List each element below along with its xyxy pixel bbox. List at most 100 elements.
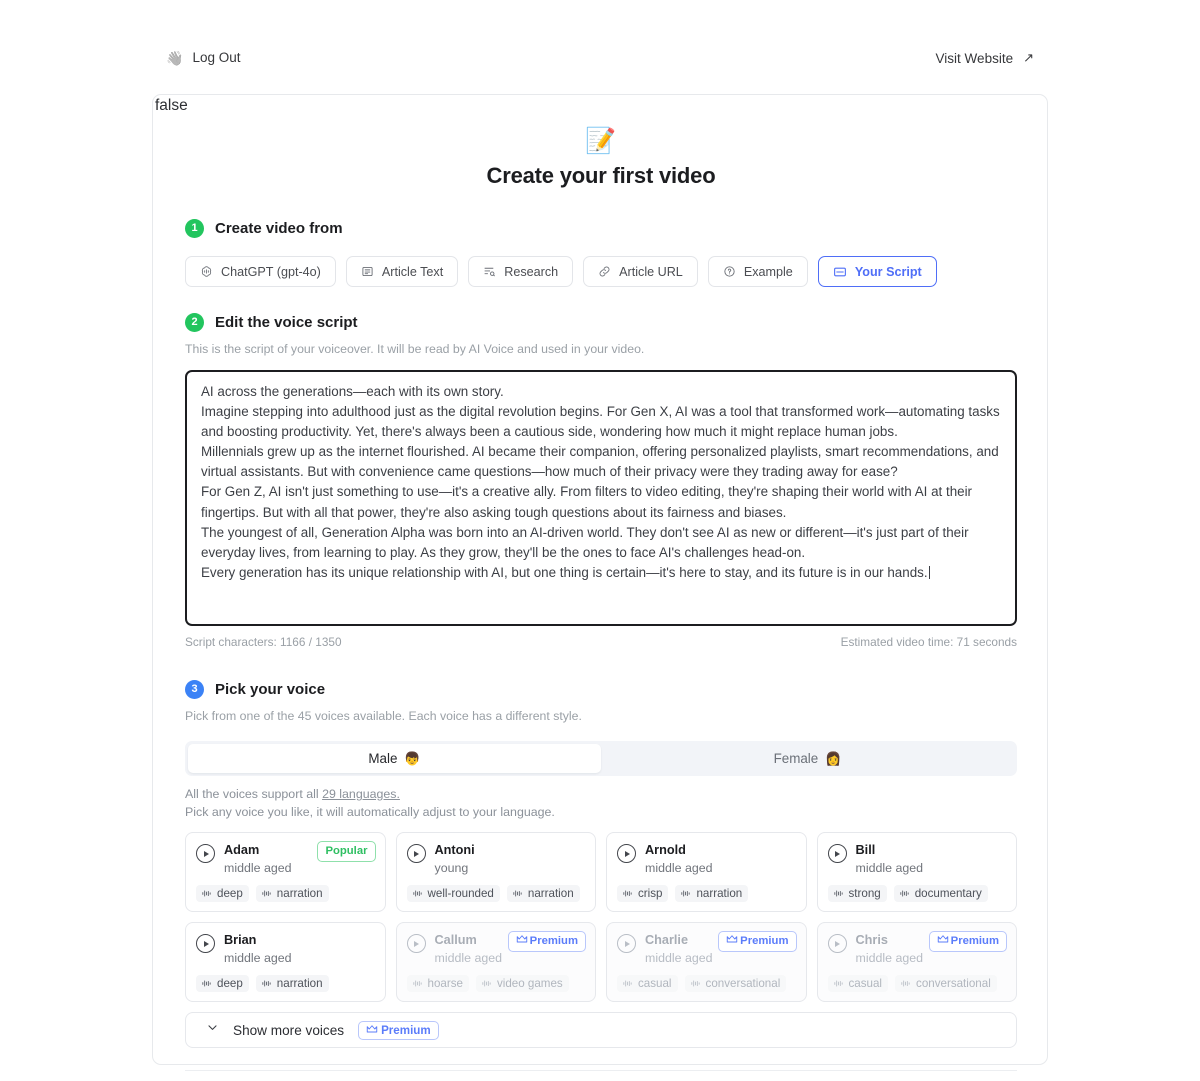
voice-card-chris[interactable]: Premium Chris middle aged casual conversatio… xyxy=(816,922,1017,1003)
voice-card-header: Bill middle aged xyxy=(827,841,1007,876)
source-chip-your-script[interactable]: Your Script xyxy=(817,256,937,287)
voice-card-brian[interactable]: Brian middle aged deep narration xyxy=(185,922,386,1003)
voice-identity: Callum middle aged xyxy=(435,931,503,966)
voice-tag: casual xyxy=(617,975,678,993)
voice-tag-label: casual xyxy=(848,977,883,991)
source-chip-article-text[interactable]: Article Text xyxy=(345,256,459,287)
source-chip-example[interactable]: Example xyxy=(707,256,808,287)
waveform-icon xyxy=(690,978,701,989)
voice-tag-label: conversational xyxy=(705,977,781,991)
text-caret xyxy=(928,565,930,579)
gender-tab-female[interactable]: Female 👩 xyxy=(601,744,1014,773)
step-1-title: Create video from xyxy=(215,220,343,237)
step-1-header: 1 Create video from xyxy=(185,219,1017,238)
voice-card-header: Antoni young xyxy=(406,841,586,876)
source-chip-group: ChatGPT (gpt-4o) Article Text Research A… xyxy=(185,256,1017,287)
voice-age: middle aged xyxy=(645,861,713,875)
source-chip-label: Article Text xyxy=(381,264,444,279)
voice-identity: Bill middle aged xyxy=(856,841,924,876)
voice-card-charlie[interactable]: Premium Charlie middle aged casual conversat… xyxy=(606,922,807,1003)
waveform-icon xyxy=(899,888,910,899)
voice-tag-list: well-rounded narration xyxy=(406,885,586,903)
voice-tag-list: hoarse video games xyxy=(406,975,586,993)
voice-tag: conversational xyxy=(684,975,787,993)
script-textarea[interactable]: AI across the generations—each with its … xyxy=(185,370,1017,626)
show-more-voices-button[interactable]: Show more voices Premium xyxy=(185,1012,1017,1049)
languages-link[interactable]: 29 languages. xyxy=(322,787,400,801)
source-chip-chatgpt[interactable]: ChatGPT (gpt-4o) xyxy=(185,256,336,287)
play-preview-icon[interactable] xyxy=(827,844,847,863)
step-3-hint: Pick from one of the 45 voices available… xyxy=(185,709,582,723)
waveform-icon xyxy=(412,888,423,899)
voice-tag-label: casual xyxy=(638,977,672,991)
show-more-voices-label: Show more voices xyxy=(233,1022,345,1038)
play-preview-icon[interactable] xyxy=(406,844,426,863)
source-chip-label: Example xyxy=(743,264,793,279)
waveform-icon xyxy=(261,978,272,989)
waveform-icon xyxy=(900,978,911,989)
logout-button[interactable]: 👋 Log Out xyxy=(166,50,240,65)
script-icon xyxy=(833,265,847,279)
boy-face-icon: 👦 xyxy=(404,750,421,766)
play-preview-icon[interactable] xyxy=(827,934,847,954)
play-preview-icon[interactable] xyxy=(406,934,426,954)
languages-prefix: All the voices support all xyxy=(185,787,323,801)
article-text-icon xyxy=(361,265,374,278)
premium-badge-label: Premium xyxy=(381,1023,431,1037)
premium-badge: Premium xyxy=(928,931,1007,952)
voice-tag-label: video games xyxy=(496,977,563,991)
visit-website-link[interactable]: Visit Website ↗ xyxy=(936,50,1034,66)
voice-tag-list: casual conversational xyxy=(827,975,1007,993)
page-title: Create your first video xyxy=(486,163,716,188)
crown-icon xyxy=(726,934,738,949)
voice-identity: Brian middle aged xyxy=(224,931,292,966)
voice-card-callum[interactable]: Premium Callum middle aged hoarse video game… xyxy=(395,922,596,1003)
voice-name: Charlie xyxy=(645,933,689,948)
voice-identity: Charlie middle aged xyxy=(645,931,713,966)
source-chip-label: Research xyxy=(504,264,559,279)
voice-identity: Arnold middle aged xyxy=(645,841,713,876)
voice-card-antoni[interactable]: Antoni young well-rounded narration xyxy=(395,832,596,913)
voice-name: Brian xyxy=(224,933,257,948)
source-chip-label: Your Script xyxy=(854,264,922,279)
voice-tag: narration xyxy=(255,885,329,903)
play-preview-icon[interactable] xyxy=(617,934,636,954)
voice-tag: hoarse xyxy=(406,975,469,993)
voice-tag-list: deep narration xyxy=(196,885,375,903)
voice-tag: narration xyxy=(255,975,329,993)
voice-tag: casual xyxy=(827,975,889,993)
voice-tag-label: conversational xyxy=(916,977,991,991)
step-3-title: Pick your voice xyxy=(215,681,326,698)
voice-tag: narration xyxy=(675,885,749,903)
voice-tag: narration xyxy=(506,885,580,903)
main-card: false 📝 Create your first video 1 Create… xyxy=(152,94,1048,1072)
source-chip-article-url[interactable]: Article URL xyxy=(583,256,698,287)
voice-identity: Adam middle aged xyxy=(224,841,292,876)
voice-tag-label: deep xyxy=(217,887,243,901)
voice-name: Antoni xyxy=(434,843,475,857)
voice-card-arnold[interactable]: Arnold middle aged crisp narration xyxy=(606,832,807,913)
woman-face-icon: 👩 xyxy=(825,750,842,766)
play-preview-icon[interactable] xyxy=(617,844,636,863)
research-icon xyxy=(483,265,496,278)
estimated-video-time: Estimated video time: 71 seconds xyxy=(840,635,1017,649)
voice-identity: Antoni young xyxy=(435,841,475,876)
play-preview-icon[interactable] xyxy=(196,844,215,863)
source-chip-research[interactable]: Research xyxy=(468,256,574,287)
script-text: AI across the generations—each with its … xyxy=(201,384,1000,580)
voice-name: Arnold xyxy=(645,843,686,857)
play-preview-icon[interactable] xyxy=(196,934,215,954)
voice-card-header: Arnold middle aged xyxy=(617,841,796,876)
hero-section: 📝 Create your first video xyxy=(185,129,1017,189)
app-root: 👋 Log Out Visit Website ↗ false 📝 Create… xyxy=(0,0,1200,1081)
voice-card-adam[interactable]: Popular Adam middle aged deep narration xyxy=(185,832,386,913)
voice-tag-label: documentary xyxy=(914,887,982,901)
top-bar: 👋 Log Out Visit Website ↗ xyxy=(0,50,1200,78)
voice-card-bill[interactable]: Bill middle aged strong documentary xyxy=(816,832,1017,913)
step-2-header: 2 Edit the voice script xyxy=(185,313,1017,332)
voice-age: middle aged xyxy=(434,951,503,966)
waveform-icon xyxy=(622,978,633,989)
debug-false-text: false xyxy=(155,97,188,114)
premium-badge-label: Premium xyxy=(529,935,578,948)
gender-tab-male[interactable]: Male 👦 xyxy=(188,744,601,773)
